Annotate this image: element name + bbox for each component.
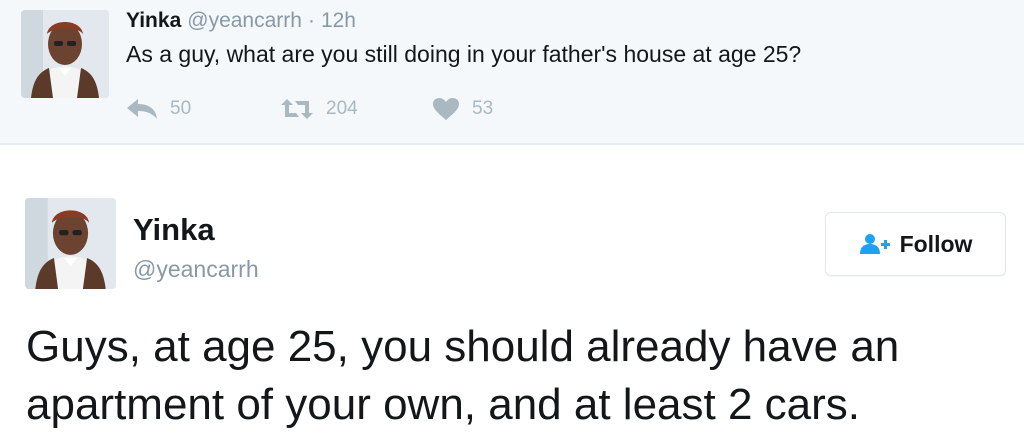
reply-icon	[127, 99, 157, 119]
tweet-text-line: apartment of your own, and at least 2 ca…	[26, 380, 861, 429]
retweet-icon	[281, 99, 313, 119]
reply-count: 50	[170, 98, 192, 119]
like-button[interactable]: 53	[432, 97, 532, 121]
retweet-button[interactable]: 204	[280, 98, 432, 120]
tweet-text-line: Guys, at age 25, you should already have…	[26, 322, 900, 371]
author-handle[interactable]: @yeancarrh	[133, 255, 259, 283]
reply-button[interactable]: 50	[126, 98, 280, 120]
twitter-page: Yinka @yeancarrh · 12h As a guy, what are y…	[0, 0, 1024, 445]
avatar[interactable]	[21, 10, 109, 98]
add-user-icon	[859, 233, 891, 255]
tweet-text: Guys, at age 25, you should already have…	[26, 318, 1016, 434]
retweet-count: 204	[326, 98, 358, 119]
author-handle[interactable]: @yeancarrh	[187, 9, 302, 32]
follow-button[interactable]: Follow	[825, 212, 1006, 276]
author-name[interactable]: Yinka	[126, 9, 181, 32]
profile-photo	[21, 10, 109, 98]
follow-label: Follow	[899, 230, 973, 257]
author-name[interactable]: Yinka	[133, 212, 215, 248]
separator-dot: ·	[307, 9, 315, 32]
heart-icon	[433, 98, 459, 120]
avatar[interactable]	[25, 198, 116, 289]
timestamp[interactable]: 12h	[321, 9, 356, 32]
timeline-tweet[interactable]: Yinka @yeancarrh · 12h As a guy, what are y…	[0, 0, 1024, 145]
tweet-header: Yinka @yeancarrh · 12h	[126, 8, 356, 34]
profile-photo	[25, 198, 116, 289]
tweet-text: As a guy, what are you still doing in yo…	[126, 41, 802, 67]
tweet-actions: 50 204 53	[126, 94, 532, 124]
like-count: 53	[472, 98, 494, 119]
